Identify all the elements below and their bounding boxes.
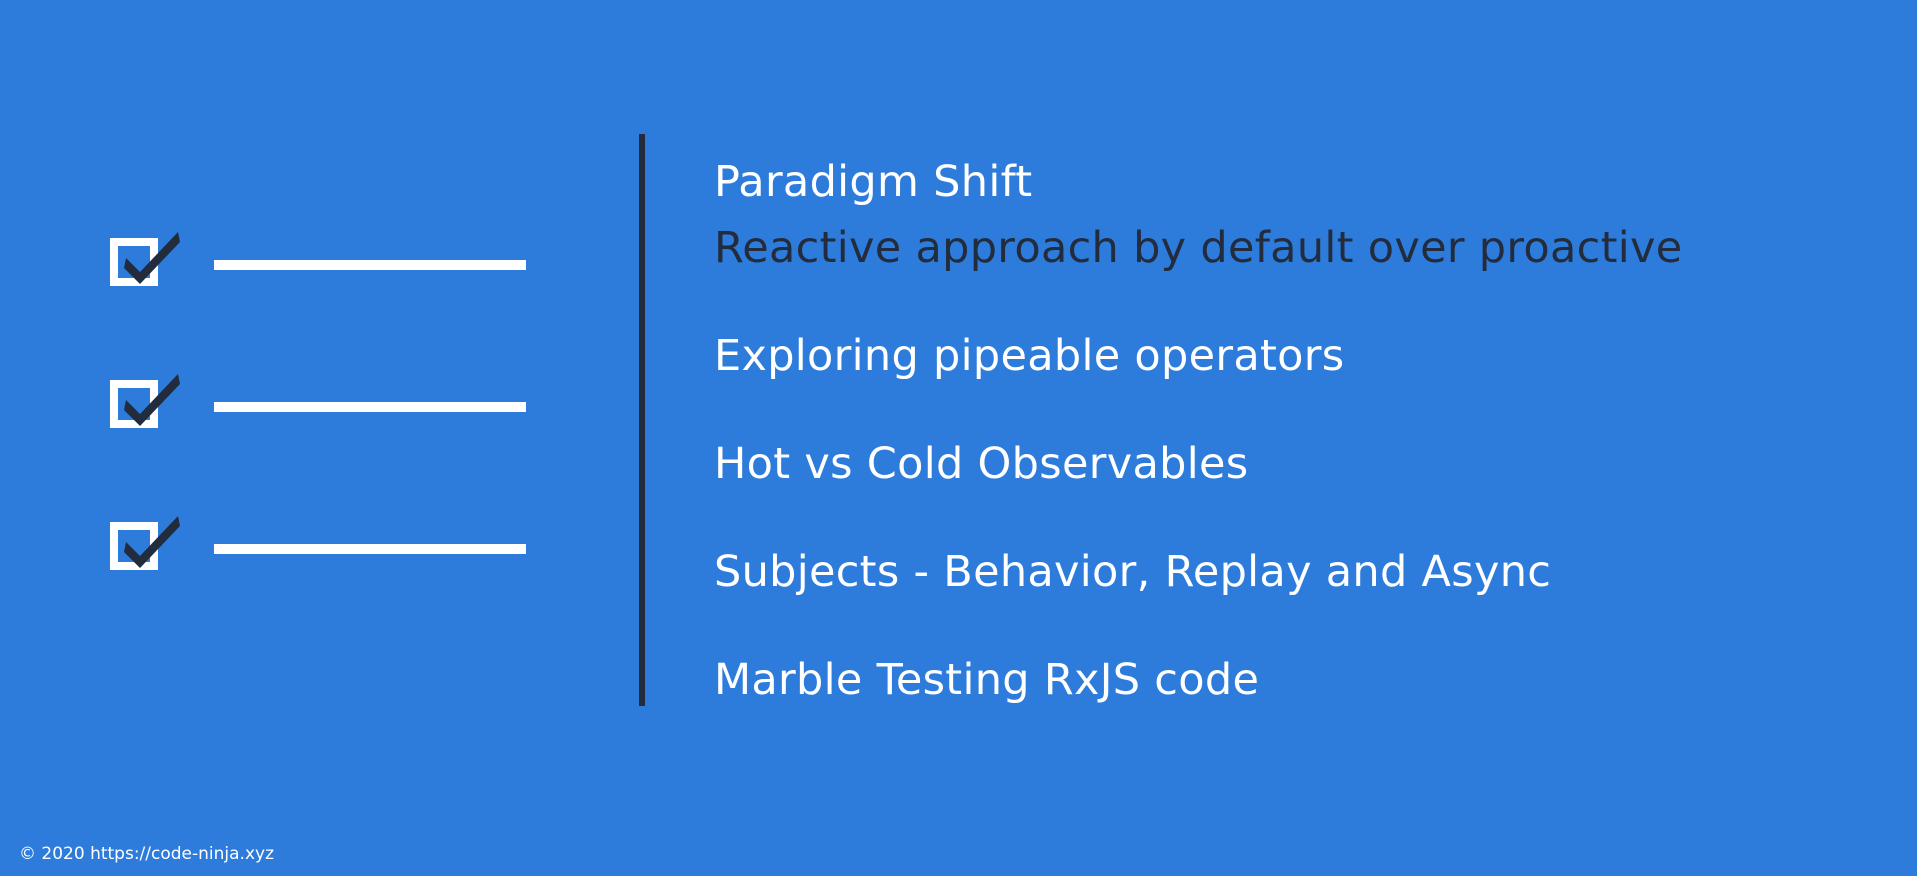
checkmark-icon (124, 374, 180, 426)
checklist-line (214, 402, 526, 412)
checkmark-icon (124, 516, 180, 568)
topic-marble-testing: Marble Testing RxJS code (714, 655, 1260, 705)
topic-paradigm-shift: Paradigm Shift (714, 157, 1033, 207)
topic-paradigm-shift-subtitle: Reactive approach by default over proact… (714, 223, 1683, 273)
checklist-line (214, 544, 526, 554)
topic-pipeable-operators: Exploring pipeable operators (714, 331, 1345, 381)
checklist-row (108, 370, 528, 440)
checklist-line (214, 260, 526, 270)
topic-subjects: Subjects - Behavior, Replay and Async (714, 547, 1552, 597)
checkmark-icon (124, 232, 180, 284)
topic-hot-vs-cold: Hot vs Cold Observables (714, 439, 1249, 489)
checklist-icon (108, 228, 528, 588)
vertical-divider (639, 134, 645, 706)
checklist-row (108, 228, 528, 298)
checklist-row (108, 512, 528, 582)
copyright-footer: © 2020 https://code-ninja.xyz (19, 844, 274, 864)
